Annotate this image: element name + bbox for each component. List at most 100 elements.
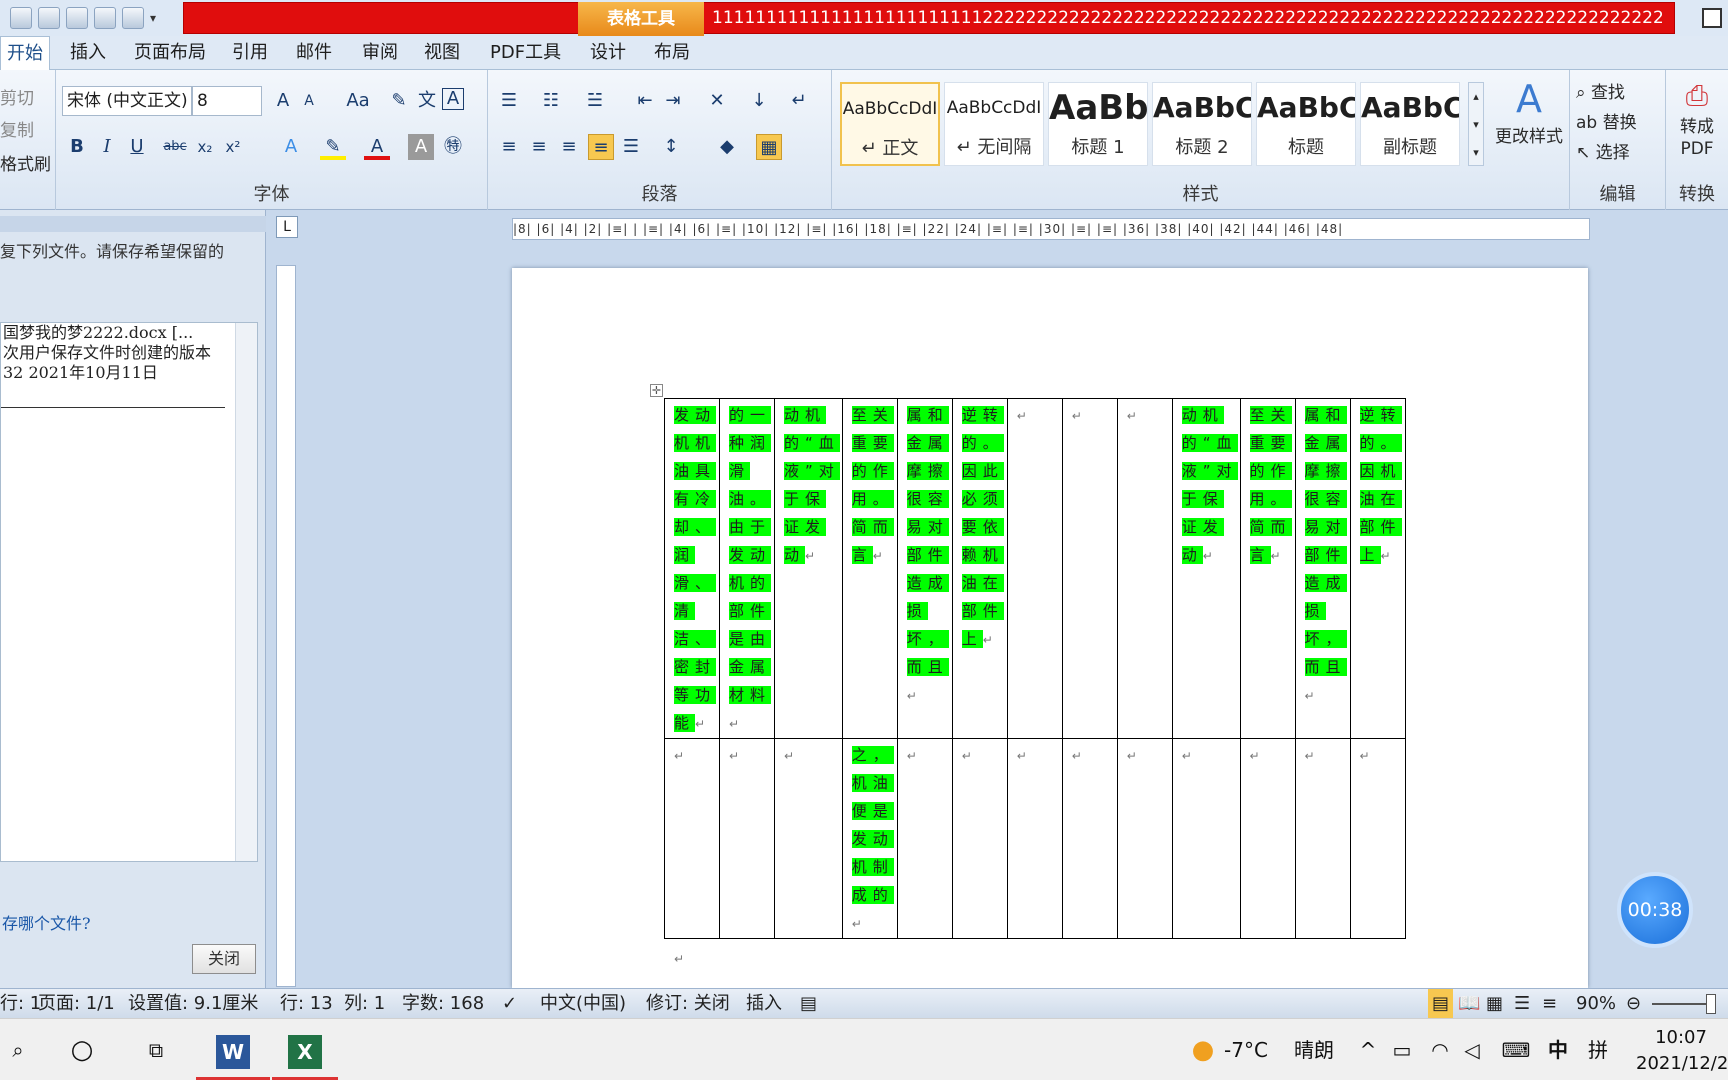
which-file-link[interactable]: 存哪个文件? (2, 910, 91, 934)
font-name-select[interactable]: 宋体 (中文正文) (62, 86, 192, 116)
status-page[interactable]: 页面: 1/1 (38, 989, 115, 1019)
select-button[interactable]: ↖ 选择 (1576, 138, 1630, 163)
character-shading-icon[interactable]: A (408, 134, 434, 160)
align-left-icon[interactable]: ≡ (496, 134, 522, 160)
status-words[interactable]: 字数: 168 (402, 989, 484, 1019)
tab-pdf-tools[interactable]: PDF工具 (484, 36, 567, 70)
show-marks-icon[interactable]: ↵ (786, 88, 812, 114)
table-cell[interactable]: ↵ (774, 738, 843, 939)
table-cell[interactable]: 逆转的。因机油在部件上↵ (1349, 398, 1406, 739)
print-preview-icon[interactable] (38, 7, 60, 29)
recovery-file-name[interactable]: 国梦我的梦2222.docx [... (1, 323, 257, 343)
find-button[interactable]: ⌕ 查找 (1576, 78, 1625, 103)
table-cell[interactable]: 的一种润滑油。由于发动机的部件是由金属材料 ↵ (719, 398, 775, 739)
wifi-icon[interactable]: ◠ (1428, 1019, 1452, 1080)
volume-icon[interactable]: ◁ (1460, 1019, 1484, 1080)
screen-icon[interactable] (94, 7, 116, 29)
horizontal-ruler[interactable]: |8| |6| |4| |2| |≡| | |≡| |4| |6| |≡| |1… (512, 218, 1590, 240)
zoom-slider-thumb[interactable] (1706, 994, 1716, 1014)
table-cell[interactable]: ↵ (1061, 738, 1118, 939)
table-cell[interactable]: ↵ (1239, 738, 1296, 939)
superscript-icon[interactable]: x² (220, 134, 246, 160)
style-heading-2[interactable]: AaBbC 标题 2 (1152, 82, 1252, 166)
italic-icon[interactable]: I (94, 134, 120, 160)
phonetic-guide-icon[interactable]: 文 (414, 88, 440, 114)
recording-timer[interactable]: 00:38 (1617, 872, 1693, 948)
print-layout-icon[interactable]: ▤ (1428, 989, 1454, 1019)
cut-button[interactable]: 剪切 (0, 84, 34, 109)
document-table[interactable]: 发动机机油具有冷却、润滑、清洁、密封等功能↵ 的一种润滑油。由于发动机的部件是由金… (664, 398, 1406, 939)
weather-icon[interactable]: ● (1186, 1019, 1220, 1080)
status-setting[interactable]: 设置值: 9.1厘米 (128, 989, 258, 1019)
macro-icon[interactable]: ▤ (800, 989, 817, 1019)
tray-chevron-icon[interactable]: ^ (1358, 1019, 1378, 1080)
replace-button[interactable]: ab 替换 (1576, 108, 1637, 133)
zoom-level[interactable]: 90% (1576, 989, 1616, 1019)
table-cell[interactable]: ↵ (896, 738, 953, 939)
font-size-select[interactable]: 8 (192, 86, 262, 116)
table-cell[interactable]: 属和金属摩擦很容易对部件造成损坏，而且 ↵ (1294, 398, 1351, 739)
tab-selector[interactable]: L (276, 216, 298, 238)
increase-indent-icon[interactable]: ⇥ (660, 88, 686, 114)
sort-icon[interactable]: ↓ (746, 88, 772, 114)
clear-format-icon[interactable]: ✎ (386, 88, 412, 114)
table-cell[interactable]: ↵ (1061, 398, 1118, 739)
align-right-icon[interactable]: ≡ (556, 134, 582, 160)
change-case-icon[interactable]: Aa (340, 88, 376, 114)
search-icon[interactable]: ⌕ (0, 1019, 36, 1080)
print-icon[interactable] (66, 7, 88, 29)
word-taskbar-icon[interactable]: W (196, 1019, 270, 1080)
tab-mailings[interactable]: 邮件 (290, 36, 338, 70)
table-cell[interactable]: ↵ (1116, 738, 1173, 939)
tab-view[interactable]: 视图 (418, 36, 466, 70)
table-cell[interactable]: 动机的“血液”对于保证发动↵ (774, 398, 843, 739)
outline-view-icon[interactable]: ☰ (1514, 989, 1530, 1019)
shading-icon[interactable]: ◆ (714, 134, 740, 160)
copy-button[interactable]: 复制 (0, 116, 34, 141)
table-cell[interactable]: ↵ (1116, 398, 1173, 739)
align-center-icon[interactable]: ≡ (526, 134, 552, 160)
table-cell[interactable]: ↵ (951, 738, 1008, 939)
customize-qat-icon[interactable]: ▾ (150, 11, 156, 25)
bullets-icon[interactable]: ☰ (496, 88, 522, 114)
tab-layout[interactable]: 布局 (648, 36, 696, 70)
web-layout-icon[interactable]: ▦ (1486, 989, 1503, 1019)
table-cell[interactable]: 至关重要的作用。简而言↵ (841, 398, 898, 739)
table-move-handle[interactable]: ✛ (650, 384, 663, 397)
grow-font-icon[interactable]: A (270, 88, 296, 114)
weather-temp[interactable]: -7°C (1224, 1019, 1268, 1080)
status-language[interactable]: 中文(中国) (540, 989, 626, 1019)
task-view-icon[interactable]: ⧉ (136, 1019, 176, 1080)
subscript-icon[interactable]: x₂ (192, 134, 218, 160)
draft-view-icon[interactable]: ≡ (1542, 989, 1557, 1019)
table-cell[interactable]: 之，机油便是发动机制成的 ↵ (841, 738, 898, 939)
tab-references[interactable]: 引用 (226, 36, 274, 70)
close-button[interactable]: 关闭 (192, 944, 256, 974)
restore-window-button[interactable] (1702, 8, 1722, 28)
ime-mode[interactable]: 中 (1546, 1019, 1570, 1080)
battery-icon[interactable]: ▭ (1390, 1019, 1414, 1080)
excel-taskbar-icon[interactable]: X (272, 1019, 338, 1080)
recovery-file-list[interactable]: 国梦我的梦2222.docx [... 次用户保存文件时创建的版本 32 202… (0, 322, 258, 862)
table-cell[interactable]: ↵ (1294, 738, 1351, 939)
new-document-icon[interactable] (122, 7, 144, 29)
ime-pinyin[interactable]: 拼 (1586, 1019, 1610, 1080)
table-cell[interactable]: 属和金属摩擦很容易对部件造成损坏，而且 ↵ (896, 398, 953, 739)
table-cell[interactable]: 逆转的。因此必须要依赖机油在部件上↵ (951, 398, 1008, 739)
numbering-icon[interactable]: ☷ (538, 88, 564, 114)
table-cell[interactable]: 动机的“血液”对于保证发动↵ (1171, 398, 1241, 739)
table-cell[interactable]: ↵ (1006, 738, 1063, 939)
status-revisions[interactable]: 修订: 关闭 (646, 989, 730, 1019)
weather-text[interactable]: 晴朗 (1294, 1019, 1334, 1080)
chinese-layout-icon[interactable]: ✕ (704, 88, 730, 114)
clock[interactable]: 10:07 2021/12/2 (1636, 1019, 1728, 1080)
table-cell[interactable]: 至关重要的作用。简而言↵ (1239, 398, 1296, 739)
decrease-indent-icon[interactable]: ⇤ (632, 88, 658, 114)
character-border-icon[interactable]: A (442, 88, 464, 110)
vertical-ruler[interactable] (276, 265, 296, 987)
style-heading-1[interactable]: AaBb 标题 1 (1048, 82, 1148, 166)
strikethrough-icon[interactable]: abc (162, 134, 188, 160)
convert-to-pdf-button[interactable]: ⎙ 转成 PDF (1672, 76, 1722, 160)
font-color-icon[interactable]: A (364, 134, 390, 160)
zoom-out-icon[interactable]: ⊖ (1626, 989, 1641, 1019)
